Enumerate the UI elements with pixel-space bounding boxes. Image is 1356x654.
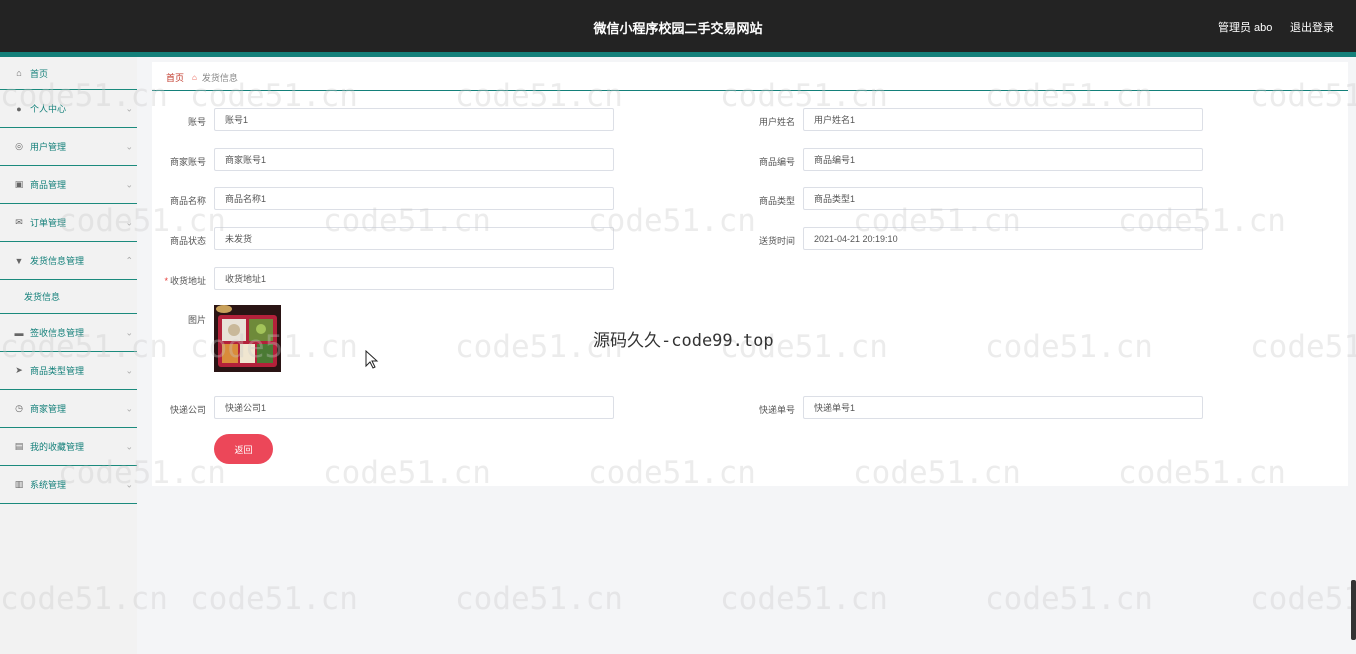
send-icon: ➤ [15, 365, 23, 375]
watermark: code51.cn [455, 581, 623, 617]
chevron-down-icon: ⌄ [125, 479, 133, 489]
account-label: 账号 [187, 117, 206, 127]
chevron-down-icon: ⌄ [125, 141, 133, 151]
product-name-label: 商品名称 [169, 196, 206, 206]
sidebar-item-home[interactable]: ⌂ 首页 [0, 57, 137, 90]
sidebar-subitem-shipping-info[interactable]: 发货信息 [0, 280, 137, 314]
address-label: * 收货地址 [146, 274, 206, 287]
top-header: 微信小程序校园二手交易网站 管理员 abo 退出登录 [0, 0, 1356, 57]
required-mark: * [164, 276, 168, 286]
chevron-down-icon: ⌄ [125, 103, 133, 113]
logout-link[interactable]: 退出登录 [1290, 19, 1334, 35]
merchant-account-field[interactable]: 商家账号1 [214, 148, 614, 171]
courier-field[interactable]: 快递公司1 [214, 396, 614, 419]
breadcrumb-home[interactable]: 首页 [166, 71, 184, 84]
account-field[interactable]: 账号1 [214, 108, 614, 131]
sidebar-item-label: 商品类型管理 [30, 366, 85, 376]
clock-icon: ◷ [15, 403, 23, 413]
center-watermark: 源码久久-code99.top [593, 331, 774, 351]
sidebar-item-label: 订单管理 [30, 218, 67, 228]
sidebar-item-user-management[interactable]: ◎ 用户管理 ⌄ [0, 128, 137, 166]
mail-icon: ✉ [15, 217, 23, 227]
address-label-text: 收货地址 [169, 276, 206, 286]
address-field[interactable]: 收货地址1 [214, 267, 614, 290]
sidebar-item-label: 发货信息管理 [30, 256, 85, 266]
product-type-label: 商品类型 [758, 196, 795, 206]
info-circle-icon: ◎ [15, 141, 23, 151]
header-accent-bar [0, 52, 1356, 57]
watermark: code51.cn [985, 581, 1153, 617]
flag-icon: ▼ [14, 255, 24, 266]
sidebar-item-label: 系统管理 [30, 480, 67, 490]
sidebar-item-merchant-management[interactable]: ◷ 商家管理 ⌄ [0, 390, 137, 428]
sidebar-item-label: 个人中心 [30, 104, 67, 114]
bag-icon: ▣ [14, 179, 24, 189]
food-photo-icon [214, 305, 281, 372]
product-type-field[interactable]: 商品类型1 [803, 187, 1203, 210]
ship-time-label: 送货时间 [758, 236, 795, 246]
user-name-field[interactable]: 用户姓名1 [803, 108, 1203, 131]
chevron-down-icon: ⌄ [125, 217, 133, 227]
tracking-no-field[interactable]: 快递单号1 [803, 396, 1203, 419]
sidebar: ⌂ 首页 ● 个人中心 ⌄ ◎ 用户管理 ⌄ ▣ 商品管理 ⌄ ✉ 订单管理 ⌄… [0, 57, 137, 654]
sidebar-item-label: 签收信息管理 [30, 328, 85, 338]
picture-label: 图片 [187, 315, 206, 325]
sidebar-item-receipt-management[interactable]: ▬ 签收信息管理 ⌄ [0, 314, 137, 352]
chevron-down-icon: ⌄ [125, 179, 133, 189]
watermark: code51.cn [720, 581, 888, 617]
sidebar-item-product-management[interactable]: ▣ 商品管理 ⌄ [0, 166, 137, 204]
user-name-label: 用户姓名 [758, 117, 795, 127]
courier-label: 快递公司 [169, 405, 206, 415]
sidebar-item-product-type-management[interactable]: ➤ 商品类型管理 ⌄ [0, 352, 137, 390]
breadcrumb-current: 发货信息 [201, 73, 238, 83]
product-status-field[interactable]: 未发货 [214, 227, 614, 250]
admin-label[interactable]: 管理员 abo [1218, 19, 1272, 35]
sidebar-item-label: 首页 [30, 68, 49, 79]
product-code-field[interactable]: 商品编号1 [803, 148, 1203, 171]
sidebar-item-order-management[interactable]: ✉ 订单管理 ⌄ [0, 204, 137, 242]
product-status-label: 商品状态 [169, 236, 206, 246]
sidebar-item-label: 商品管理 [30, 180, 67, 190]
home-icon: ⌂ [16, 68, 22, 78]
home-icon: ⌂ [192, 73, 197, 82]
user-icon: ● [16, 103, 22, 114]
product-code-label: 商品编号 [758, 157, 795, 167]
breadcrumb: 首页 ⌂ 发货信息 [166, 71, 238, 84]
chart-icon: ▥ [14, 479, 24, 489]
chevron-down-icon: ⌄ [125, 403, 133, 413]
breadcrumb-divider [152, 90, 1348, 91]
mouse-cursor-icon [365, 350, 379, 369]
tracking-no-label: 快递单号 [758, 405, 795, 415]
page-scrollbar[interactable] [1351, 580, 1356, 640]
sidebar-item-label: 商家管理 [30, 404, 67, 414]
back-button[interactable]: 返回 [214, 434, 273, 464]
sidebar-item-label: 用户管理 [30, 142, 67, 152]
sidebar-item-shipping-management[interactable]: ▼ 发货信息管理 ⌃ [0, 242, 137, 280]
chat-icon: ▬ [14, 327, 24, 338]
merchant-account-label: 商家账号 [169, 157, 206, 167]
watermark: code51.cn [1250, 581, 1356, 617]
ship-time-field[interactable]: 2021-04-21 20:19:10 [803, 227, 1203, 250]
watermark: code51.cn [190, 581, 358, 617]
product-name-field[interactable]: 商品名称1 [214, 187, 614, 210]
sidebar-item-favorites-management[interactable]: ▤ 我的收藏管理 ⌄ [0, 428, 137, 466]
sidebar-item-personal-center[interactable]: ● 个人中心 ⌄ [0, 90, 137, 128]
chevron-up-icon: ⌃ [125, 255, 133, 265]
sidebar-item-system-management[interactable]: ▥ 系统管理 ⌄ [0, 466, 137, 504]
sidebar-item-label: 我的收藏管理 [30, 442, 85, 452]
chevron-down-icon: ⌄ [125, 441, 133, 451]
chevron-down-icon: ⌄ [125, 365, 133, 375]
chevron-down-icon: ⌄ [125, 327, 133, 337]
product-image[interactable] [214, 305, 281, 372]
picture-icon: ▤ [14, 441, 24, 451]
site-title: 微信小程序校园二手交易网站 [593, 21, 763, 36]
